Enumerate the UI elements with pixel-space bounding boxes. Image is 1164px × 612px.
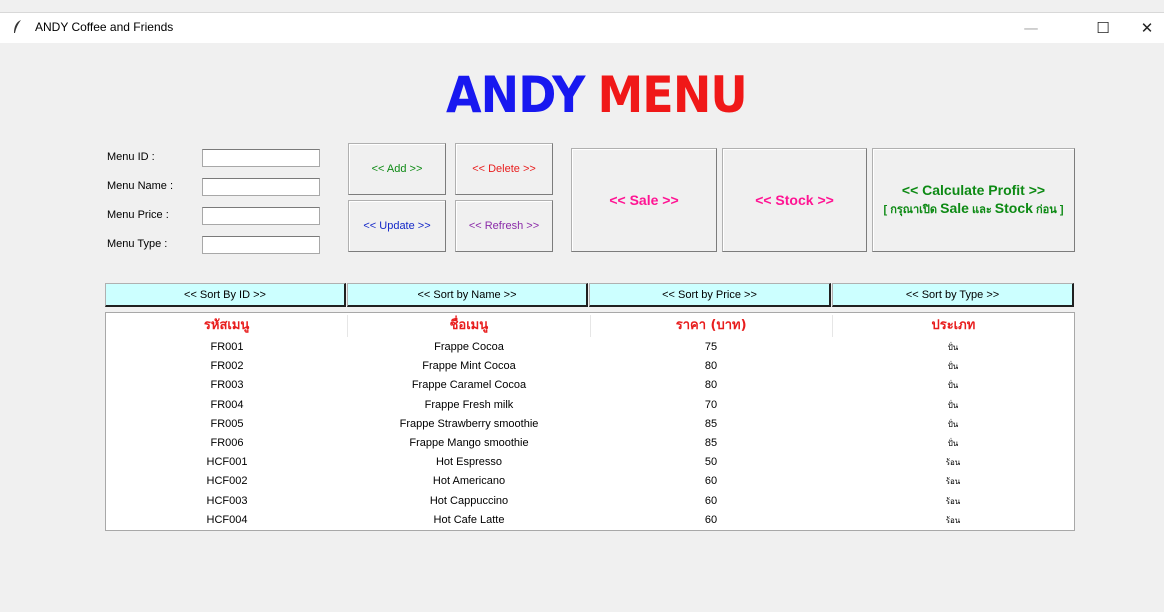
cell-type: ปั่น [947,419,959,429]
cell-type: ร้อน [945,477,961,487]
header-menu-name[interactable]: ชื่อเมนู [348,315,591,337]
cell-id: FR001 [210,341,244,353]
andy-menu-logo: ANDY MENU [446,65,748,125]
delete-button[interactable]: << Delete >> [455,143,553,195]
table-body: FR001 Frappe Cocoa 75 ปั่น FR002 Frappe … [106,338,1074,530]
cell-name: Hot Cafe Latte [433,513,505,526]
header-menu-id[interactable]: รหัสเมนู [106,315,349,337]
cell-name: Frappe Fresh milk [424,398,514,411]
minimize-button[interactable]: — [1008,13,1054,43]
menu-type-input[interactable] [202,236,320,254]
maximize-button[interactable]: ☐ [1080,13,1126,43]
cell-type: ปั่น [947,400,959,410]
cell-name: Hot Cappuccino [429,494,509,507]
cell-name: Frappe Cocoa [434,341,504,353]
cell-name: Frappe Mint Cocoa [422,360,516,373]
cell-price: 70 [704,398,718,411]
header-type[interactable]: ประเภท [833,315,1074,337]
cell-id: FR002 [210,360,244,373]
header-price[interactable]: ราคา (บาท) [591,315,833,337]
sort-by-price-button[interactable]: << Sort by Price >> [589,283,831,307]
cell-type: ปั่น [947,343,959,352]
cell-price: 50 [704,456,718,469]
cell-type: ปั่น [947,381,959,391]
logo-word-menu: MENU [597,66,747,124]
table-row[interactable]: FR006 Frappe Mango smoothie 85 ปั่น [106,434,1074,453]
table-header: รหัสเมนู ชื่อเมนู ราคา (บาท) ประเภท [106,315,1074,337]
window-titlebar: ANDY Coffee and Friends — ☐ ✕ [0,12,1164,43]
cell-name: Hot Espresso [435,456,503,469]
table-row[interactable]: FR004 Frappe Fresh milk 70 ปั่น [106,396,1074,415]
cell-price: 80 [704,379,718,392]
cell-id: HCF003 [206,494,248,507]
close-button[interactable]: ✕ [1124,13,1164,43]
add-button[interactable]: << Add >> [348,143,446,195]
cell-price: 80 [704,360,718,373]
table-row[interactable]: FR001 Frappe Cocoa 75 ปั่น [106,338,1074,357]
table-row[interactable]: HCF003 Hot Cappuccino 60 ร้อน [106,492,1074,511]
sort-by-id-button[interactable]: << Sort By ID >> [105,283,346,307]
table-row[interactable]: HCF004 Hot Cafe Latte 60 ร้อน [106,511,1074,530]
cell-type: ปั่น [947,362,959,372]
cell-id: FR005 [210,417,244,430]
sort-by-type-button[interactable]: << Sort by Type >> [832,283,1074,307]
cell-price: 60 [704,513,718,526]
stock-button[interactable]: << Stock >> [722,148,867,252]
cell-type: ร้อน [945,496,961,506]
cell-price: 60 [704,494,718,507]
menu-name-input[interactable] [202,178,320,196]
cell-name: Hot Americano [432,475,506,488]
menu-name-label: Menu Name : [107,180,174,192]
table-row[interactable]: FR002 Frappe Mint Cocoa 80 ปั่น [106,357,1074,376]
cell-type: ปั่น [947,438,959,448]
calculate-profit-button[interactable]: << Calculate Profit >> [ กรุณาเปิด Sale … [872,148,1075,252]
menu-table[interactable]: รหัสเมนู ชื่อเมนู ราคา (บาท) ประเภท FR00… [105,312,1075,531]
cell-price: 85 [704,417,718,430]
logo-word-andy: ANDY [446,66,585,124]
table-row[interactable]: HCF002 Hot Americano 60 ร้อน [106,472,1074,491]
cell-id: FR003 [210,379,244,392]
sale-button[interactable]: << Sale >> [571,148,717,252]
cell-type: ร้อน [945,515,961,525]
cell-id: HCF004 [206,513,248,526]
cell-name: Frappe Strawberry smoothie [399,417,539,430]
refresh-button[interactable]: << Refresh >> [455,200,553,252]
sort-by-name-button[interactable]: << Sort by Name >> [347,283,588,307]
cell-price: 85 [704,436,718,449]
cell-id: FR004 [210,398,244,411]
cell-price: 75 [704,341,718,353]
menu-id-input[interactable] [202,149,320,167]
cell-type: ร้อน [945,458,961,468]
table-row[interactable]: FR005 Frappe Strawberry smoothie 85 ปั่น [106,415,1074,434]
menu-type-label: Menu Type : [107,238,168,250]
update-button[interactable]: << Update >> [348,200,446,252]
menu-price-label: Menu Price : [107,209,169,221]
calculate-profit-label: << Calculate Profit >> [901,182,1046,198]
cell-id: HCF001 [206,456,248,469]
window-title: ANDY Coffee and Friends [35,20,174,34]
table-row[interactable]: FR003 Frappe Caramel Cocoa 80 ปั่น [106,376,1074,395]
menu-price-input[interactable] [202,207,320,225]
cell-price: 60 [704,475,718,488]
cell-id: HCF002 [206,475,248,488]
menu-id-label: Menu ID : [107,151,155,163]
cell-name: Frappe Caramel Cocoa [411,379,527,392]
cell-name: Frappe Mango smoothie [409,436,529,449]
feather-icon [14,20,21,33]
cell-id: FR006 [210,436,244,449]
table-row[interactable]: HCF001 Hot Espresso 50 ร้อน [106,453,1074,472]
calculate-profit-hint: [ กรุณาเปิด Sale และ Stock ก่อน ] [883,200,1064,216]
